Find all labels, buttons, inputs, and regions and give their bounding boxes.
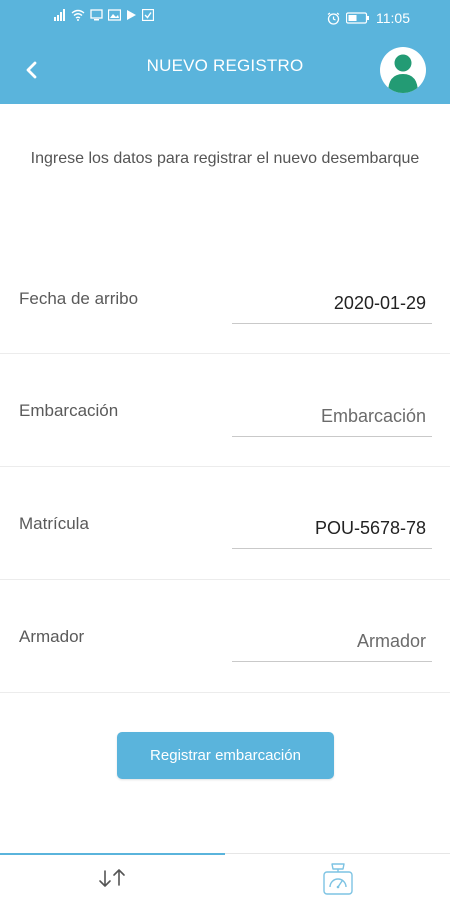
tab-transfers[interactable]	[0, 854, 225, 901]
image-icon	[108, 9, 121, 21]
signal-icon	[54, 9, 65, 21]
user-icon	[388, 54, 418, 93]
armador-label: Armador	[19, 627, 85, 646]
status-time: 11:05	[376, 10, 410, 26]
cast-icon	[90, 9, 103, 21]
register-button[interactable]: Registrar embarcación	[117, 732, 334, 779]
tab-scale[interactable]	[225, 854, 450, 901]
instruction-text: Ingrese los datos para registrar el nuev…	[30, 150, 420, 167]
form-row-armador: Armador	[0, 579, 450, 693]
embarcacion-label: Embarcación	[19, 401, 119, 420]
battery-icon	[346, 12, 369, 24]
avatar[interactable]	[380, 47, 426, 93]
transfer-arrows-icon	[98, 868, 125, 887]
fecha-field[interactable]	[232, 290, 432, 324]
bottom-nav	[0, 853, 450, 901]
matricula-field[interactable]	[232, 515, 432, 549]
matricula-label: Matrícula	[19, 514, 89, 533]
form-row-matricula: Matrícula	[0, 466, 450, 580]
status-left-icons	[54, 9, 154, 21]
armador-field[interactable]	[232, 628, 432, 662]
form-row-fecha: Fecha de arribo	[0, 240, 450, 354]
wifi-icon	[71, 9, 85, 21]
embarcacion-field[interactable]	[232, 403, 432, 437]
status-right-icons: 11:05	[327, 9, 410, 27]
app-header: 11:05 NUEVO REGISTRO	[0, 0, 450, 104]
play-icon	[127, 10, 136, 20]
status-bar: 11:05	[0, 0, 450, 36]
alarm-icon	[327, 12, 340, 25]
form-row-embarcacion: Embarcación	[0, 353, 450, 467]
scale-icon	[322, 862, 353, 895]
fecha-label: Fecha de arribo	[19, 289, 139, 308]
app-notification-icon	[142, 9, 154, 21]
